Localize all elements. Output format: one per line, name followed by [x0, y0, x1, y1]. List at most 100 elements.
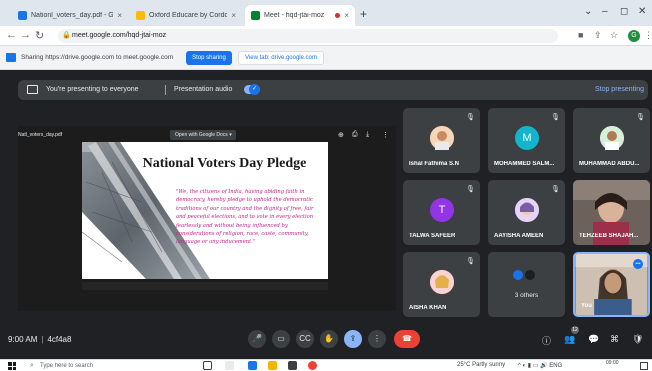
close-tab-icon[interactable]: × — [344, 11, 349, 20]
present-now-button[interactable]: ⇪ — [344, 330, 362, 348]
avatar — [515, 198, 539, 222]
more-options-button[interactable]: ⋮ — [368, 330, 386, 348]
host-controls-icon[interactable]: 🛡 — [632, 334, 643, 345]
address-bar-row: ← → ↻ 🔒 meet.google.com/hqd-jtai-moz ■ ⇪… — [0, 26, 652, 46]
participant-video-tile[interactable]: TEHZEEB SHAJAH... — [573, 180, 650, 245]
participant-name: Ishal Fathima S.N — [409, 161, 460, 167]
slide-body: "We, the citizens of India, having abidi… — [176, 189, 314, 246]
close-tab-icon[interactable]: × — [231, 11, 236, 20]
stop-presenting-button[interactable]: Stop presenting — [595, 86, 644, 93]
participant-tile[interactable]: 🎙 AAYISHA AMEEN — [488, 180, 565, 245]
reload-icon[interactable]: ↻ — [35, 29, 44, 42]
divider: | — [41, 335, 44, 344]
participant-name: You — [581, 303, 592, 309]
download-icon[interactable]: ⤓ — [366, 131, 369, 139]
participant-tile[interactable]: 🎙 T TALWA SAFEER — [403, 180, 480, 245]
mic-off-icon: 🎙 — [466, 258, 475, 265]
activities-icon[interactable]: ⌘ — [610, 334, 619, 345]
windows-taskbar: ⌕ Type here to search 25°C Partly sunny … — [0, 359, 652, 371]
edge-icon[interactable] — [248, 361, 257, 370]
camera-icon[interactable]: ■ — [578, 30, 583, 40]
meet-favicon-icon — [251, 11, 260, 20]
more-icon[interactable]: ⋮ — [382, 131, 389, 139]
task-view-icon[interactable] — [225, 361, 234, 370]
mic-button[interactable]: 🎤 — [248, 330, 266, 348]
store-icon[interactable] — [288, 361, 297, 370]
print-icon[interactable]: ⎙ — [352, 131, 358, 139]
tab-title: Meet - hqd-jtai-moz — [264, 12, 325, 19]
check-icon: ✓ — [249, 84, 260, 95]
stop-sharing-button[interactable]: Stop sharing — [186, 51, 232, 65]
cortana-icon[interactable] — [203, 361, 212, 370]
meeting-info: 9:00 AM | 4cf4a8 — [8, 335, 71, 344]
others-tile[interactable]: 3 others — [488, 252, 565, 317]
self-video-tile[interactable]: ••• You — [573, 252, 650, 317]
kebab-menu-icon[interactable]: ⋮ — [644, 30, 652, 41]
language-indicator: ENG — [549, 363, 563, 369]
participant-name: TALWA SAFEER — [409, 233, 456, 239]
presentation-audio-label: Presentation audio — [174, 86, 233, 93]
add-comment-icon[interactable]: ⊕ — [338, 131, 344, 139]
taskbar-search[interactable]: ⌕ Type here to search — [30, 361, 180, 371]
system-tray[interactable]: ^ ◐ ▮ ▭ 🔊 ENG — [518, 362, 562, 369]
windows-start-icon[interactable] — [8, 362, 16, 370]
presentation-audio-toggle[interactable]: ✓ — [244, 84, 260, 95]
file-explorer-icon[interactable] — [268, 361, 277, 370]
people-icon[interactable]: 👥 — [564, 334, 575, 345]
pdf-page-strip — [82, 282, 328, 290]
taskbar-clock[interactable]: 09:00 — [606, 360, 619, 366]
minimize-icon[interactable]: – — [602, 6, 608, 17]
people-count-badge: 12 — [571, 326, 579, 334]
share-icon[interactable]: ⇪ — [594, 30, 602, 41]
avatar: M — [515, 126, 539, 150]
screen-share-icon — [6, 53, 16, 62]
bookmark-star-icon[interactable]: ☆ — [610, 30, 618, 41]
notifications-icon[interactable] — [640, 362, 648, 370]
weather-widget[interactable]: 25°C Partly sunny — [457, 362, 505, 368]
chat-icon[interactable]: 💬 — [588, 334, 599, 345]
close-tab-icon[interactable]: × — [117, 11, 122, 20]
recording-dot-icon — [335, 13, 341, 18]
participant-tile[interactable]: 🎙 MUHAMMAD ABDU... — [573, 108, 650, 173]
presentation-stage: Natl_voters_day.pdf Open with Google Doc… — [18, 126, 396, 311]
back-icon[interactable]: ← — [6, 29, 17, 41]
open-with-docs-button[interactable]: Open with Google Docs ▾ — [170, 130, 236, 140]
forward-icon[interactable]: → — [20, 29, 31, 41]
participant-tile[interactable]: 🎙 Ishal Fathima S.N — [403, 108, 480, 173]
avatar — [430, 270, 454, 294]
new-tab-button[interactable]: + — [360, 7, 367, 21]
speaking-indicator-icon: ••• — [633, 259, 643, 269]
raise-hand-button[interactable]: ✋ — [320, 330, 338, 348]
slide-title: National Voters Day Pledge — [142, 156, 307, 171]
mic-off-icon: 🎙 — [551, 186, 560, 193]
oxford-favicon-icon — [136, 11, 145, 20]
mic-off-icon: 🎙 — [636, 114, 645, 121]
participant-tile[interactable]: 🎙 M MOHAMMED SALM... — [488, 108, 565, 173]
profile-avatar[interactable]: G — [628, 30, 640, 42]
view-tab-button[interactable]: View tab: drive.google.com — [238, 51, 324, 65]
divider — [165, 85, 166, 95]
presenting-text: You're presenting to everyone — [46, 86, 139, 93]
drive-favicon-icon — [18, 11, 27, 20]
close-window-icon[interactable]: ✕ — [638, 6, 646, 17]
search-icon: ⌕ — [30, 362, 34, 369]
participant-tile[interactable]: 🎙 AISHA KHAN — [403, 252, 480, 317]
browser-tab-meet[interactable]: Meet - hqd-jtai-moz × — [245, 5, 355, 26]
participant-name: TEHZEEB SHAJAH... — [579, 233, 639, 239]
avatar — [523, 268, 537, 282]
participant-name: MOHAMMED SALM... — [494, 161, 555, 167]
camera-button[interactable]: ▭ — [272, 330, 290, 348]
chrome-icon[interactable] — [308, 361, 317, 370]
info-icon[interactable]: ⓘ — [542, 334, 551, 347]
avatar — [600, 126, 624, 150]
captions-button[interactable]: CC — [296, 330, 314, 348]
browser-tab-oxford[interactable]: Oxford Educare by Cordova Edu × — [130, 5, 242, 26]
browser-tab-drive[interactable]: Nationl_voters_day.pdf - Go × — [12, 5, 128, 26]
maximize-icon[interactable]: ◻ — [620, 6, 628, 17]
presenting-bar: You're presenting to everyone Presentati… — [18, 80, 648, 100]
url-field[interactable]: 🔒 meet.google.com/hqd-jtai-moz — [58, 29, 558, 43]
chevron-down-icon[interactable]: ⌄ — [584, 6, 592, 17]
search-placeholder: Type here to search — [40, 363, 94, 369]
leave-call-button[interactable]: ☎ — [394, 330, 420, 348]
participant-name: AISHA KHAN — [409, 305, 447, 311]
